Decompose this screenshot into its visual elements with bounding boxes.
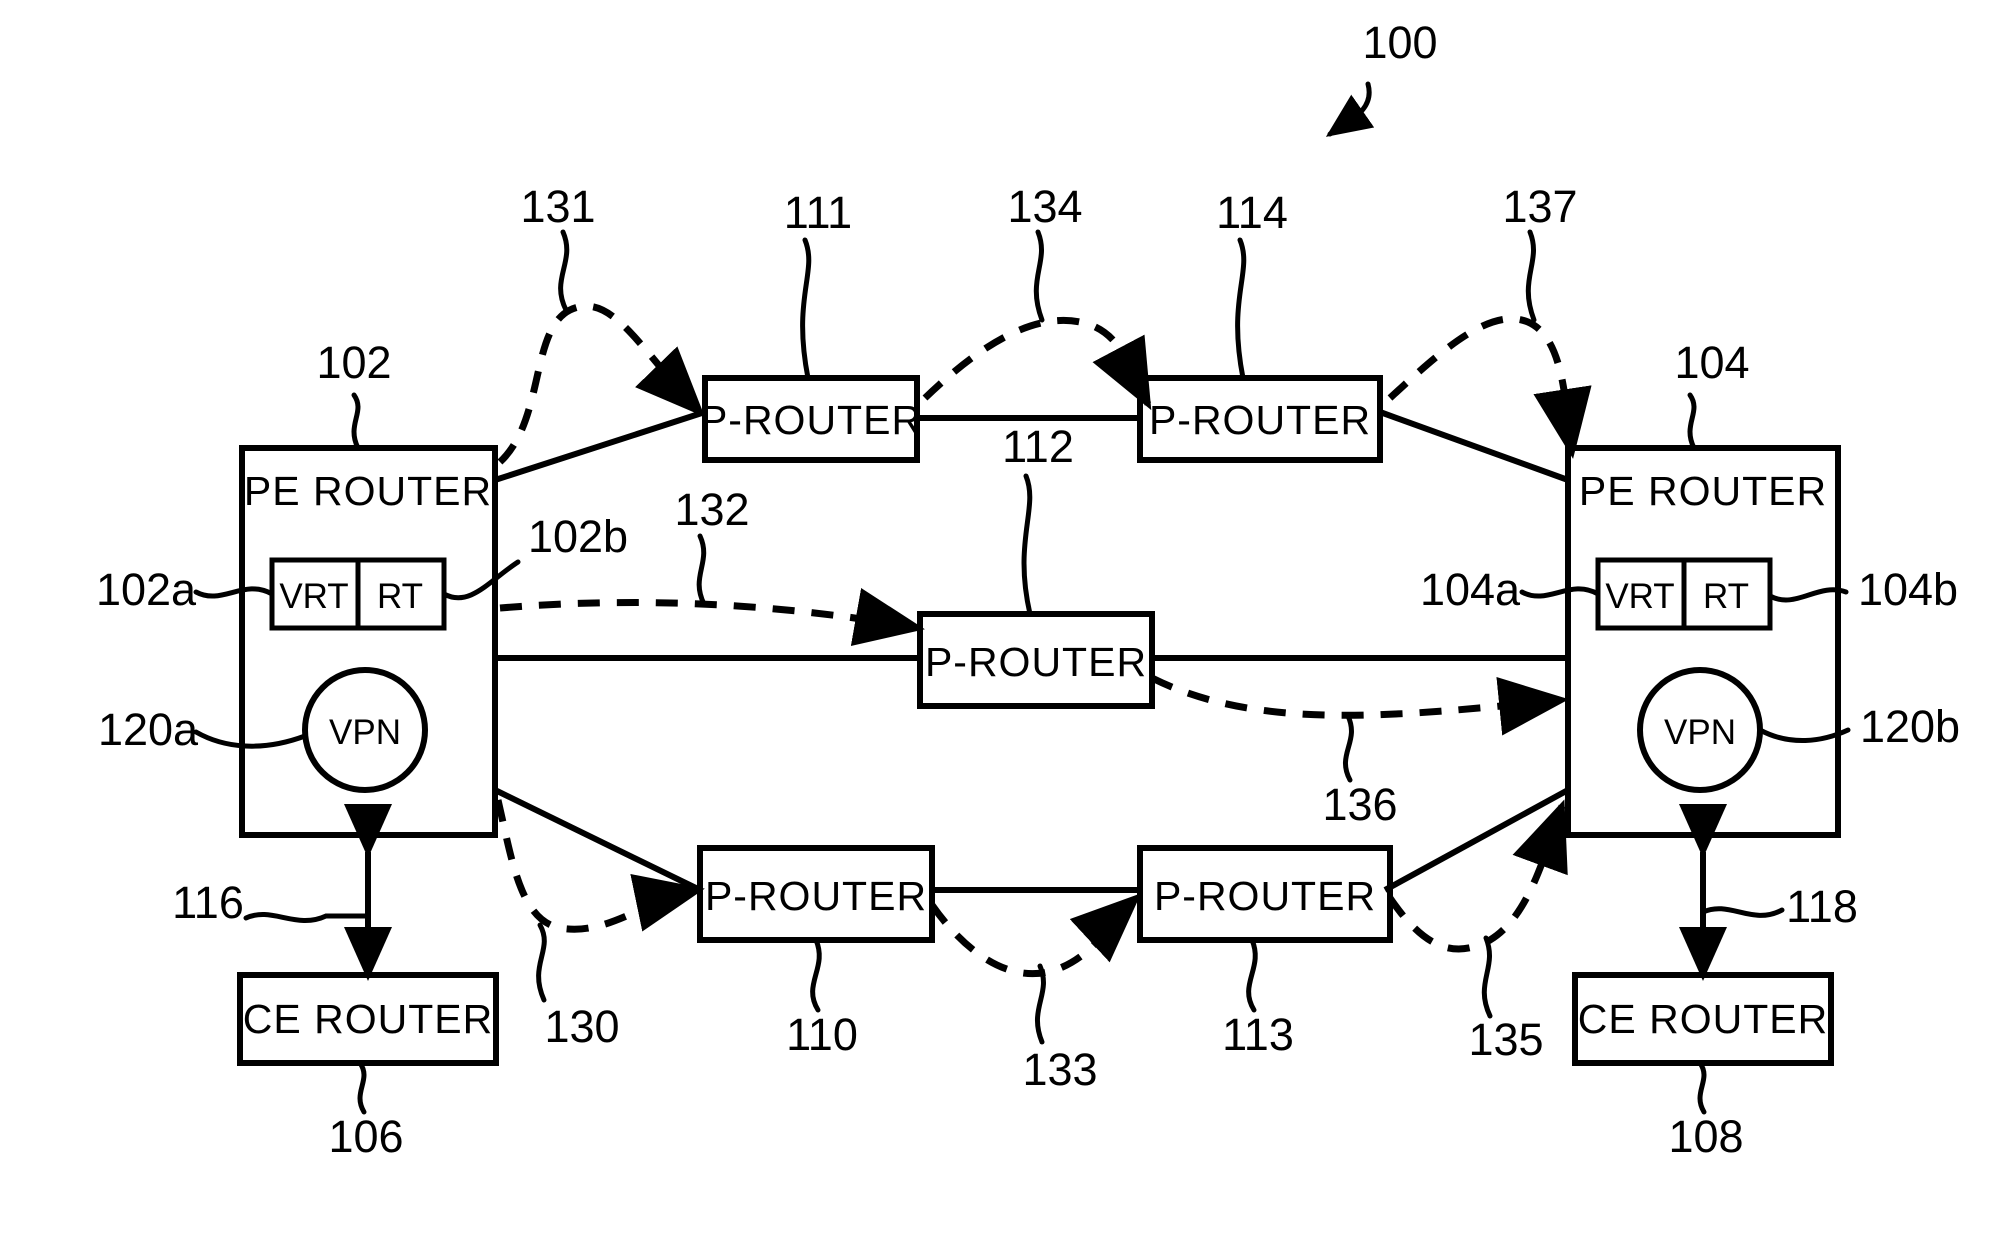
ref-113: 113 (1222, 1009, 1294, 1060)
ref-110: 110 (786, 1009, 858, 1060)
network-diagram: PE ROUTER PE ROUTER VRT RT VRT RT VPN VP… (96, 17, 1960, 1162)
leader-106 (357, 1060, 367, 1115)
ce-router-right-label: CE ROUTER (1578, 996, 1828, 1042)
ref-130: 130 (544, 1001, 619, 1052)
leader-113 (1246, 937, 1258, 1013)
lsp-path-137 (1387, 315, 1592, 459)
leader-120a (193, 729, 308, 749)
leader-110 (810, 937, 822, 1013)
ref-106: 106 (328, 1111, 403, 1162)
ref-136: 136 (1322, 779, 1397, 830)
ref-132: 132 (674, 484, 749, 535)
leader-136 (1343, 713, 1354, 783)
ref-102b: 102b (528, 511, 628, 562)
vrt-right-label: VRT (1605, 577, 1674, 616)
leader-131 (558, 229, 570, 313)
leader-108 (1697, 1060, 1707, 1115)
lsp-path-135 (1387, 799, 1568, 953)
ref-120a: 120a (98, 704, 199, 755)
leader-118 (1700, 906, 1785, 918)
pe-router-left-label: PE ROUTER (244, 468, 492, 514)
ref-116: 116 (172, 877, 244, 928)
leader-102 (351, 392, 361, 451)
p-router-112-label: P-ROUTER (925, 639, 1147, 685)
link-p114-pe104 (1378, 409, 1570, 483)
lsp-path-130 (494, 799, 705, 933)
ref-118: 118 (1786, 881, 1858, 932)
lsp-path-133 (929, 893, 1142, 978)
leader-111 (800, 237, 812, 381)
lsp-path-136 (1150, 674, 1569, 736)
link-pe102-p110 (493, 787, 702, 893)
ref-134: 134 (1007, 181, 1082, 232)
ref-133: 133 (1022, 1044, 1097, 1095)
p-router-111-label: P-ROUTER (700, 397, 922, 443)
ref-120b: 120b (1860, 701, 1960, 752)
leader-104 (1687, 392, 1697, 451)
leader-102a (193, 586, 275, 599)
ref-104b: 104b (1858, 564, 1958, 615)
p-router-113-label: P-ROUTER (1154, 873, 1376, 919)
rt-right-label: RT (1703, 577, 1749, 616)
ref-114: 114 (1216, 187, 1288, 238)
lsp-path-134 (922, 317, 1152, 411)
leader-102b (441, 559, 521, 601)
ref-100: 100 (1362, 17, 1437, 68)
leader-134 (1033, 229, 1045, 323)
leader-104b (1767, 587, 1849, 603)
ref-112: 112 (1002, 421, 1074, 472)
leader-104a (1519, 586, 1601, 599)
vrt-left-label: VRT (279, 577, 348, 616)
rt-left-label: RT (377, 577, 423, 616)
ref-104a: 104a (1420, 564, 1521, 615)
leader-133 (1035, 963, 1046, 1045)
vpn-right-label: VPN (1664, 713, 1736, 752)
leader-114 (1235, 237, 1247, 381)
ce-router-left-label: CE ROUTER (243, 996, 493, 1042)
ref-111: 111 (784, 187, 852, 238)
p-router-110-label: P-ROUTER (705, 873, 927, 919)
lsp-path-131 (497, 302, 705, 465)
leader-116 (243, 912, 371, 923)
vpn-left-label: VPN (329, 713, 401, 752)
ref-135: 135 (1468, 1014, 1543, 1065)
ref-108: 108 (1668, 1111, 1743, 1162)
leader-130 (536, 922, 547, 1003)
ref-102: 102 (316, 337, 391, 388)
leader-120b (1757, 727, 1851, 743)
ref-102a: 102a (96, 564, 197, 615)
p-router-114-label: P-ROUTER (1149, 397, 1371, 443)
leader-figure-100 (1325, 81, 1375, 137)
pe-router-right-label: PE ROUTER (1579, 468, 1827, 514)
leader-137 (1525, 229, 1537, 323)
leader-132 (696, 533, 707, 607)
figure-canvas: PE ROUTER PE ROUTER VRT RT VRT RT VPN VP… (0, 0, 2002, 1250)
ref-137: 137 (1502, 181, 1577, 232)
lsp-path-132 (499, 588, 925, 646)
ref-104: 104 (1674, 337, 1749, 388)
leader-112 (1021, 473, 1033, 617)
leader-135 (1481, 935, 1493, 1019)
ref-131: 131 (520, 181, 595, 232)
